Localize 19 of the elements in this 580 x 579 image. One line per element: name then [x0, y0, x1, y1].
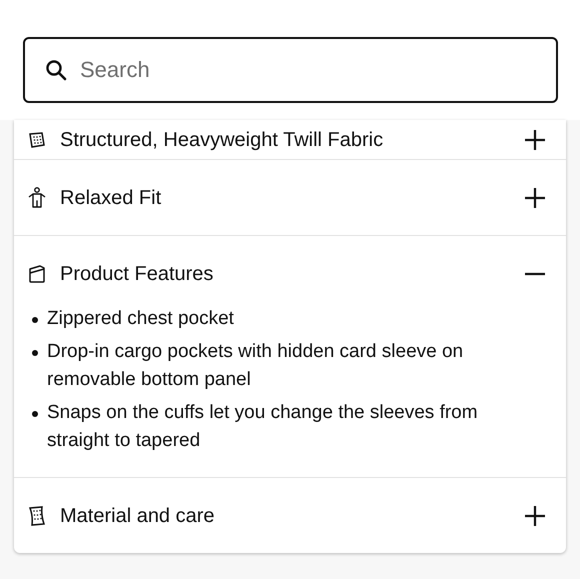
fabric-tag-icon	[27, 504, 47, 526]
expand-icon[interactable]	[524, 128, 546, 150]
expand-icon[interactable]	[524, 504, 546, 526]
section-title: Structured, Heavyweight Twill Fabric	[60, 128, 384, 152]
section-title: Product Features	[60, 262, 214, 286]
section-title: Relaxed Fit	[60, 186, 162, 210]
person-figure-icon	[27, 186, 47, 208]
bullet-icon	[32, 317, 38, 323]
search-icon	[45, 59, 67, 81]
section-title: Material and care	[60, 504, 216, 528]
pocket-icon	[27, 264, 47, 284]
expand-icon[interactable]	[524, 186, 546, 208]
feature-text: Drop-in cargo pockets with hidden card sleeve on removable bottom panel	[47, 340, 464, 392]
bullet-icon	[32, 411, 38, 417]
search-field[interactable]: Search	[23, 37, 558, 103]
feature-text: Zippered chest pocket	[47, 307, 234, 331]
fabric-icon	[29, 132, 45, 148]
bullet-icon	[32, 350, 38, 356]
feature-text: Snaps on the cuffs let you change the sleeves from straight to tapered	[47, 401, 479, 453]
